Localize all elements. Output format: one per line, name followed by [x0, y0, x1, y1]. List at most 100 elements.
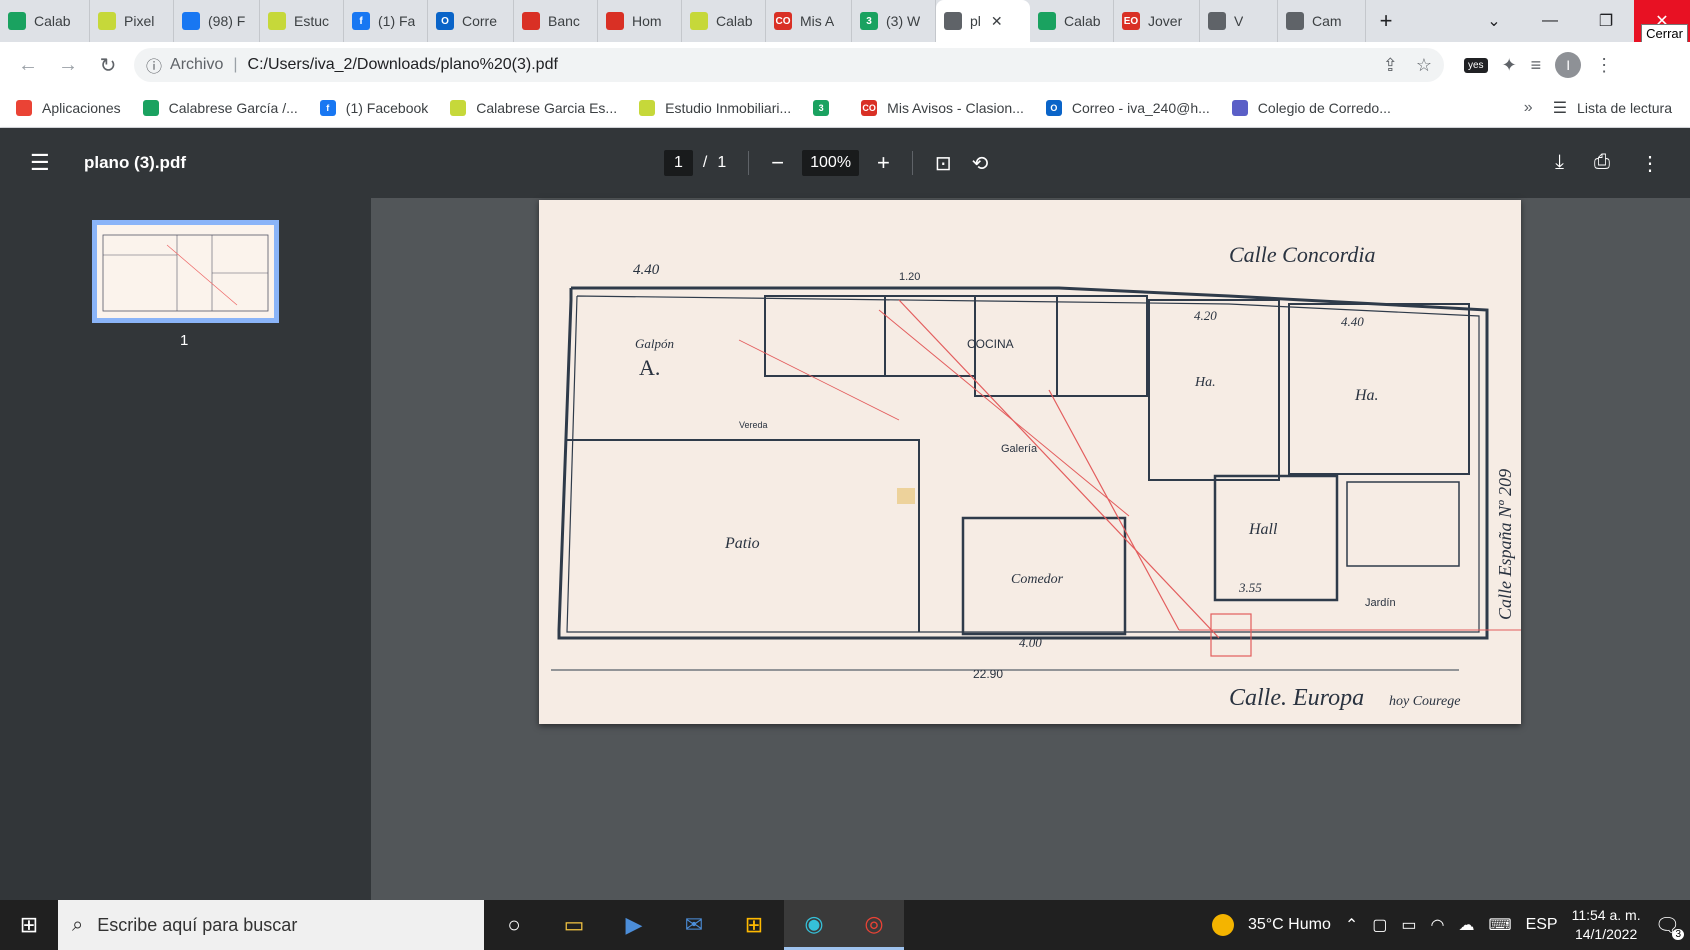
taskbar-search[interactable]: ⌕ Escribe aquí para buscar: [58, 900, 484, 950]
address-bar[interactable]: ⓘ Archivo | C:/Users/iva_2/Downloads/pla…: [134, 48, 1444, 82]
browser-tab[interactable]: O Corre: [428, 0, 514, 42]
tab-favicon-icon: O: [436, 12, 454, 30]
battery-icon[interactable]: ▭: [1401, 915, 1416, 935]
fit-page-icon[interactable]: ⊡: [935, 151, 952, 176]
bookmark-item[interactable]: Aplicaciones: [16, 99, 121, 116]
street-top-label: Calle Concordia: [1229, 242, 1375, 267]
edge-icon[interactable]: ◉: [784, 900, 844, 950]
hamburger-menu-icon[interactable]: ☰: [30, 150, 54, 176]
extension-icon[interactable]: yes: [1464, 57, 1488, 73]
tab-label: Calab: [34, 13, 71, 29]
back-button[interactable]: ←: [10, 47, 46, 83]
bookmark-item[interactable]: f (1) Facebook: [319, 99, 428, 116]
bookmark-item[interactable]: CO Mis Avisos - Clasion...: [861, 99, 1024, 116]
street-right-label: Calle España Nº 209: [1495, 469, 1515, 620]
keyboard-icon[interactable]: ⌨: [1488, 915, 1511, 935]
reading-list-button[interactable]: ☰ Lista de lectura: [1553, 98, 1672, 118]
dim-120: 1.20: [899, 271, 920, 283]
tab-label: (1) Fa: [378, 13, 416, 29]
bookmark-item[interactable]: Calabrese Garcia Es...: [450, 99, 617, 116]
browser-tab[interactable]: V: [1200, 0, 1278, 42]
forward-button[interactable]: →: [50, 47, 86, 83]
room-cocina: COCINA: [967, 337, 1014, 351]
minimize-button[interactable]: —: [1522, 0, 1578, 42]
browser-tab[interactable]: Calab: [0, 0, 90, 42]
print-icon[interactable]: ⎙: [1594, 151, 1610, 176]
new-tab-button[interactable]: +: [1366, 0, 1406, 42]
browser-tab[interactable]: Pixel: [90, 0, 174, 42]
tab-label: Calab: [716, 13, 753, 29]
rotate-icon[interactable]: ⟲: [972, 151, 989, 176]
puzzle-icon[interactable]: ✦: [1502, 55, 1517, 76]
browser-tab[interactable]: Cam: [1278, 0, 1366, 42]
start-button[interactable]: ⊞: [0, 900, 58, 950]
zoom-in-button[interactable]: +: [877, 150, 890, 176]
bookmark-item[interactable]: Colegio de Corredo...: [1231, 99, 1391, 116]
tab-search-icon[interactable]: ⌄: [1466, 0, 1522, 42]
browser-tab[interactable]: Banc: [514, 0, 598, 42]
bookmarks-overflow-icon[interactable]: »: [1524, 99, 1533, 117]
bookmark-star-icon[interactable]: ☆: [1416, 55, 1432, 76]
bookmark-item[interactable]: Estudio Inmobiliari...: [639, 99, 791, 116]
room-galpon: Galpón: [635, 336, 674, 351]
share-icon[interactable]: ⇪: [1383, 55, 1398, 76]
media-player-icon[interactable]: ▶: [604, 900, 664, 950]
browser-tab[interactable]: Calab: [1030, 0, 1114, 42]
menu-icon[interactable]: ⋮: [1595, 55, 1613, 76]
browser-tab[interactable]: Estuc: [260, 0, 344, 42]
page-number-input[interactable]: 1: [664, 150, 693, 176]
tab-favicon-icon: [1038, 12, 1056, 30]
more-options-icon[interactable]: ⋮: [1640, 151, 1660, 176]
file-explorer-icon[interactable]: ▭: [544, 900, 604, 950]
clock[interactable]: 11:54 a. m. 14/1/2022: [1572, 906, 1641, 944]
tab-label: (3) W: [886, 13, 921, 29]
tab-label: (98) F: [208, 13, 246, 29]
restore-button[interactable]: ❐: [1578, 0, 1634, 42]
download-icon[interactable]: ⤓: [1555, 151, 1564, 176]
browser-tab[interactable]: f (1) Fa: [344, 0, 428, 42]
tab-close-icon[interactable]: ✕: [991, 13, 1003, 30]
meet-now-icon[interactable]: ▢: [1372, 915, 1387, 935]
browser-tab[interactable]: Calab: [682, 0, 766, 42]
chrome-icon[interactable]: ◎: [844, 900, 904, 950]
tab-favicon-icon: [1286, 12, 1304, 30]
room-comedor: Comedor: [1011, 572, 1064, 587]
tab-favicon-icon: [268, 12, 286, 30]
tab-label: Jover: [1148, 13, 1183, 29]
bookmark-item[interactable]: Calabrese García /...: [142, 99, 298, 116]
tab-label: Mis A: [800, 13, 835, 29]
browser-tab[interactable]: CO Mis A: [766, 0, 852, 42]
bookmark-item[interactable]: O Correo - iva_240@h...: [1045, 99, 1210, 116]
tab-favicon-icon: [606, 12, 624, 30]
bookmark-favicon-icon: [450, 99, 467, 116]
wifi-icon[interactable]: ◠: [1431, 915, 1445, 935]
pdf-viewer[interactable]: Calle Concordia Calle. Europa hoy Coureg…: [371, 198, 1690, 900]
media-icon[interactable]: ≡: [1531, 55, 1542, 76]
language-indicator[interactable]: ESP: [1526, 916, 1558, 934]
browser-tab[interactable]: 3 (3) W: [852, 0, 936, 42]
info-icon[interactable]: ⓘ: [146, 53, 162, 77]
mail-icon[interactable]: ✉: [664, 900, 724, 950]
browser-tab[interactable]: Hom: [598, 0, 682, 42]
browser-tab[interactable]: pl ✕: [936, 0, 1030, 42]
store-icon[interactable]: ⊞: [724, 900, 784, 950]
weather-text[interactable]: 35°C Humo: [1248, 916, 1331, 934]
dim-440b: 4.40: [1341, 314, 1364, 329]
onedrive-icon[interactable]: ☁: [1458, 915, 1474, 935]
bookmark-item[interactable]: 3: [813, 99, 839, 116]
browser-tab[interactable]: (98) F: [174, 0, 260, 42]
browser-tab[interactable]: EO Jover: [1114, 0, 1200, 42]
weather-icon[interactable]: [1211, 914, 1234, 936]
reload-button[interactable]: ↻: [90, 47, 126, 83]
tab-favicon-icon: CO: [774, 12, 792, 30]
notification-icon[interactable]: 🗨 3: [1655, 913, 1684, 940]
zoom-level-input[interactable]: 100%: [802, 150, 860, 176]
url-text[interactable]: C:/Users/iva_2/Downloads/plano%20(3).pdf: [248, 56, 558, 74]
zoom-out-button[interactable]: −: [771, 150, 784, 176]
page-thumbnail[interactable]: [92, 220, 279, 323]
tab-label: Estuc: [294, 13, 330, 29]
profile-avatar[interactable]: I: [1555, 52, 1582, 78]
tray-chevron-icon[interactable]: ⌃: [1345, 915, 1358, 935]
page-separator: /: [702, 154, 708, 171]
cortana-icon[interactable]: ○: [484, 900, 544, 950]
